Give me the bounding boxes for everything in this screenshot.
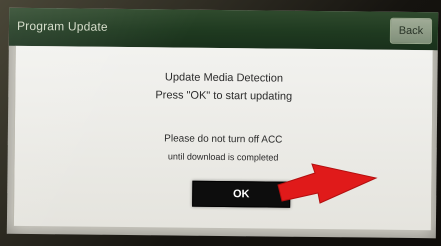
- ok-button[interactable]: OK: [192, 180, 291, 208]
- title-bar: Program Update Back: [8, 7, 439, 51]
- dialog-instruction: Press "OK" to start updating: [155, 89, 293, 103]
- dialog-heading: Update Media Detection: [164, 71, 284, 85]
- page-title: Program Update: [16, 18, 108, 34]
- warning-text: Please do not turn off ACC: [164, 133, 283, 146]
- head-unit-screen: Program Update Back Update Media Detecti…: [6, 7, 439, 239]
- photo-frame: Program Update Back Update Media Detecti…: [0, 0, 441, 246]
- update-dialog: Update Media Detection Press "OK" to sta…: [12, 45, 434, 231]
- warning-subtext: until download is completed: [167, 151, 279, 163]
- back-button[interactable]: Back: [389, 17, 433, 45]
